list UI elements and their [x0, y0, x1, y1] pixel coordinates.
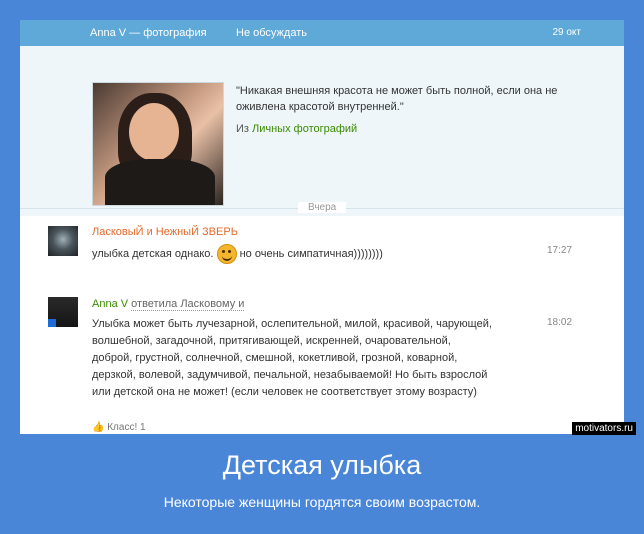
album-source: Из Личных фотографий — [236, 123, 357, 135]
profile-photo[interactable] — [92, 82, 224, 206]
thumbs-up-icon: 👍 — [92, 422, 105, 433]
like-count: Класс! 1 — [107, 422, 146, 433]
comment-time: 17:27 — [547, 245, 573, 256]
photo-face — [129, 103, 179, 161]
date-separator: Вчера — [298, 202, 347, 213]
reply-to-link[interactable]: ответила Ласковому и — [131, 298, 245, 311]
poster-title: Детская улыбка — [222, 450, 422, 480]
avatar[interactable] — [48, 297, 78, 327]
watermark: motivators.ru — [572, 422, 636, 435]
photo-body — [105, 159, 215, 205]
album-prefix: Из — [236, 123, 249, 135]
comment-author[interactable]: Anna V — [92, 298, 128, 310]
screenshot-frame: Anna V — фотография Не обсуждать 29 окт … — [20, 20, 624, 434]
reply-header: Anna V ответила Ласковому и — [92, 298, 245, 311]
avatar[interactable] — [48, 226, 78, 256]
post-date: 29 окт — [552, 27, 581, 38]
like-button[interactable]: 👍 Класс! 1 — [92, 422, 146, 433]
comment-text-part: но очень симпатичная)))))))) — [239, 247, 383, 260]
photo-post: "Никакая внешняя красота не может быть п… — [20, 46, 624, 216]
comment-text-part: улыбка детская однако. — [92, 247, 214, 260]
comment-text: Улыбка может быть лучезарной, ослепитель… — [92, 318, 492, 398]
poster-subtitle: Некоторые женщины гордятся своим возраст… — [163, 494, 481, 510]
photo-caption: "Никакая внешняя красота не может быть п… — [236, 85, 558, 113]
comment-author[interactable]: ЛасковыЙ и НежныЙ ЗВЕРЬ — [92, 226, 238, 238]
album-link[interactable]: Личных фотографий — [252, 123, 357, 135]
online-indicator-icon — [48, 319, 56, 327]
comment-text: улыбка детская однако. но очень симпатич… — [92, 244, 383, 264]
smiley-icon — [216, 244, 237, 264]
no-discuss-link[interactable]: Не обсуждать — [236, 27, 307, 39]
author-link[interactable]: Anna V — фотография — [90, 27, 207, 39]
comment-time: 18:02 — [547, 317, 573, 328]
post-header: Anna V — фотография Не обсуждать 29 окт — [20, 20, 624, 46]
